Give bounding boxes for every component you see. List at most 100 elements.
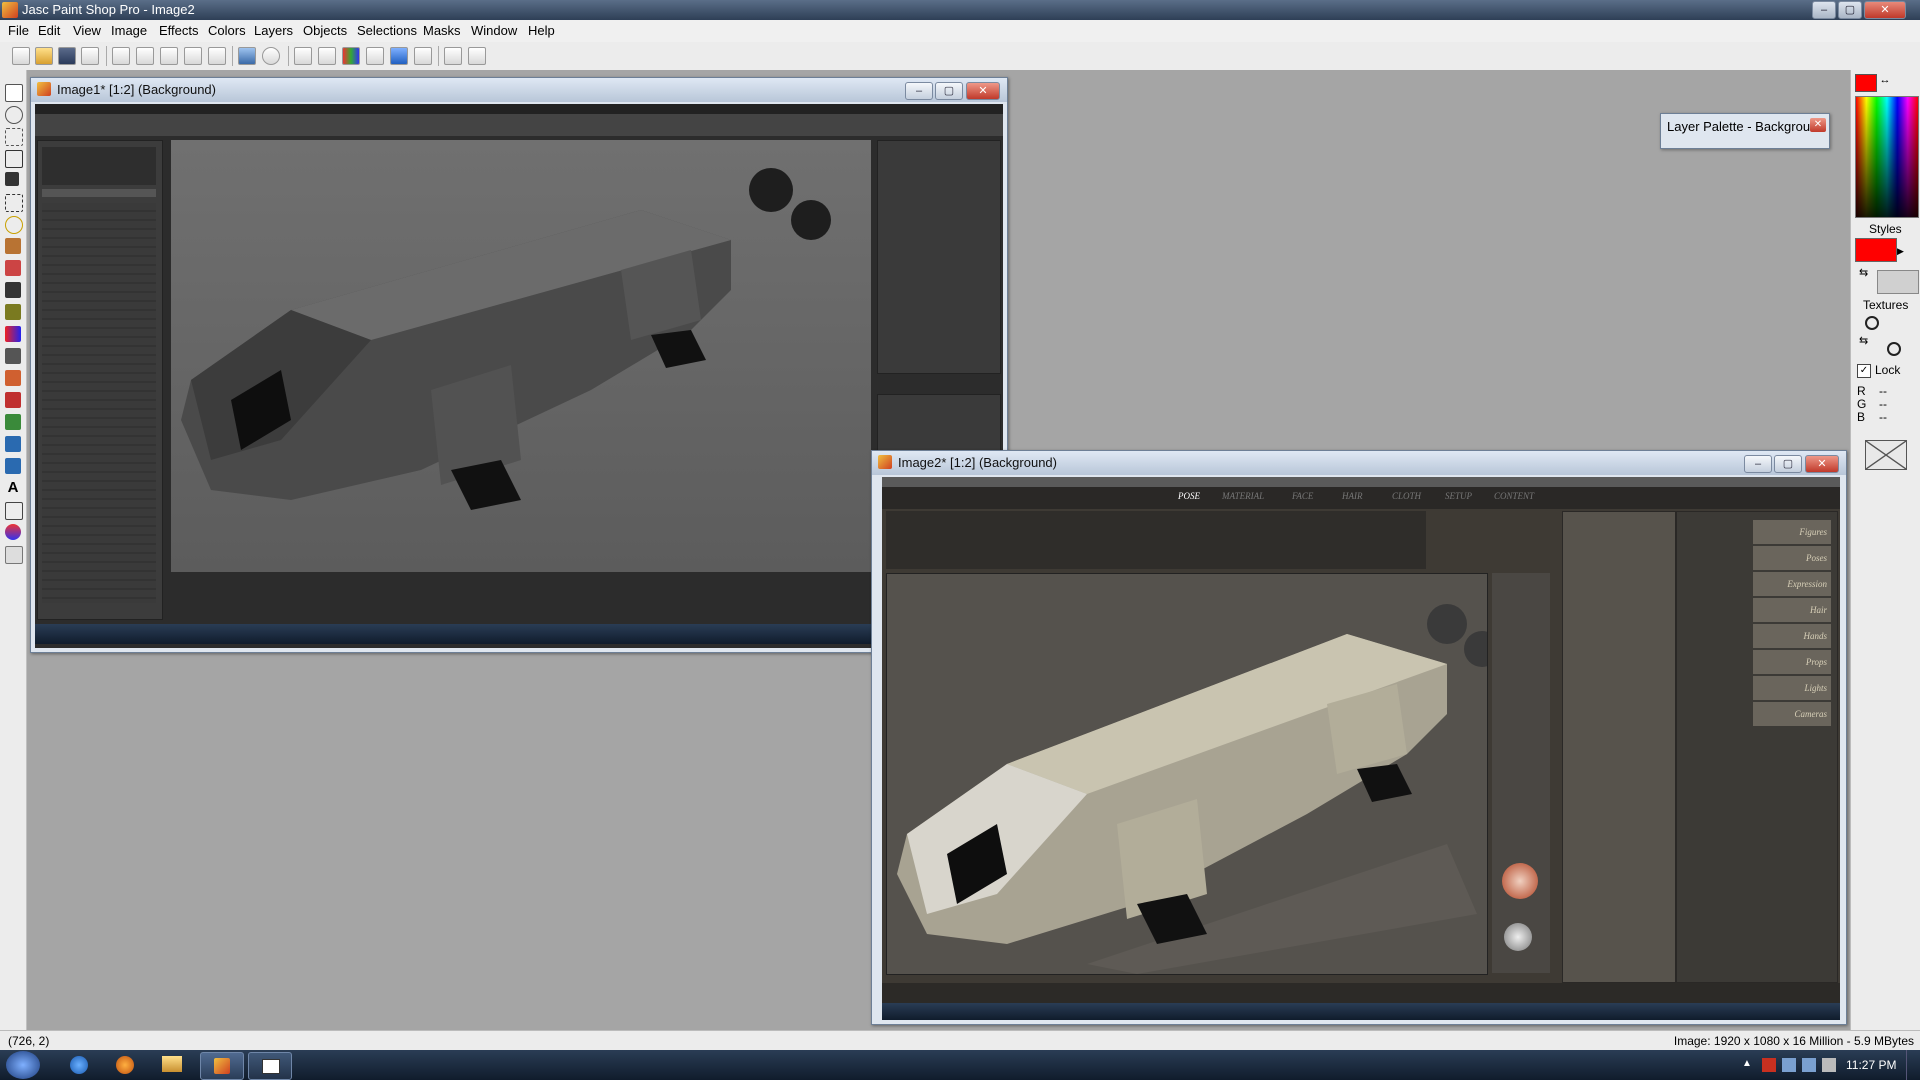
minimize-button[interactable]: – (1812, 1, 1836, 19)
image1-window[interactable]: Image1* [1:2] (Background) – ▢ ✕ (30, 77, 1008, 653)
crop-tool-icon[interactable] (5, 150, 23, 168)
redo-icon[interactable] (136, 47, 154, 65)
swap-colors-icon[interactable]: ↔ (1879, 74, 1891, 90)
show-desktop-button[interactable] (1906, 1050, 1920, 1080)
maximize-button[interactable]: ▢ (1838, 1, 1862, 19)
menu-layers[interactable]: Layers (254, 23, 293, 38)
swap-textures-icon[interactable]: ⇆ (1859, 334, 1873, 348)
help-context-icon[interactable] (444, 47, 462, 65)
picture-tube-tool-icon[interactable] (5, 392, 21, 408)
toolbar-toggle-icon[interactable] (318, 47, 336, 65)
menu-help[interactable]: Help (528, 23, 555, 38)
zoom-tool-icon[interactable] (5, 106, 23, 124)
foreground-style-swatch[interactable] (1855, 238, 1897, 262)
explorer-folder-icon[interactable] (162, 1056, 182, 1072)
menu-view[interactable]: View (73, 23, 101, 38)
print-icon[interactable] (81, 47, 99, 65)
embedded-room-tabs: POSE MATERIAL FACE HAIR CLOTH SETUP CONT… (882, 487, 1840, 509)
paste-icon[interactable] (208, 47, 226, 65)
foreground-color-swatch[interactable] (1855, 74, 1877, 92)
tab-material: MATERIAL (1222, 491, 1265, 501)
fill-tool-icon[interactable] (5, 458, 21, 474)
image1-minimize-button[interactable]: – (905, 82, 933, 100)
menu-objects[interactable]: Objects (303, 23, 347, 38)
taskbar-paint-shop-pro[interactable] (200, 1052, 244, 1080)
clone-brush-tool-icon[interactable] (5, 282, 21, 298)
zoom-view-icon[interactable] (294, 47, 312, 65)
retouch-tool-icon[interactable] (5, 326, 21, 342)
open-folder-icon[interactable] (35, 47, 53, 65)
screen-capture-icon[interactable] (238, 47, 256, 65)
text-tool-icon[interactable]: A (5, 480, 21, 496)
freehand-tool-icon[interactable] (5, 216, 23, 234)
embedded-scene-list-panel (37, 140, 163, 620)
image2-minimize-button[interactable]: – (1744, 455, 1772, 473)
display-icon[interactable] (1802, 1058, 1816, 1072)
mover-tool-icon[interactable] (5, 84, 23, 102)
layer-palette-close-button[interactable]: ✕ (1810, 118, 1826, 132)
media-player-icon[interactable] (116, 1056, 134, 1074)
flood-fill-tool-icon[interactable] (5, 436, 21, 452)
swap-styles-icon[interactable]: ⇆ (1859, 266, 1873, 280)
deformation-tool-icon[interactable] (5, 128, 23, 146)
overview-icon[interactable] (414, 47, 432, 65)
preset-shapes-tool-icon[interactable] (5, 524, 21, 540)
category-hands: Hands (1753, 624, 1831, 648)
image2-canvas[interactable]: POSE MATERIAL FACE HAIR CLOTH SETUP CONT… (882, 477, 1840, 1020)
scratch-remover-tool-icon[interactable] (5, 348, 21, 364)
image1-close-button[interactable]: ✕ (966, 82, 1000, 100)
menu-colors[interactable]: Colors (208, 23, 246, 38)
layer-palette-title: Layer Palette - Backgrou... (1667, 119, 1821, 134)
color-picker-spectrum[interactable] (1855, 96, 1919, 218)
app-title: Jasc Paint Shop Pro - Image2 (22, 2, 195, 17)
browse-icon[interactable] (262, 47, 280, 65)
menu-image[interactable]: Image (111, 23, 147, 38)
menu-masks[interactable]: Masks (423, 23, 461, 38)
new-file-icon[interactable] (12, 47, 30, 65)
color-palette-toggle-icon[interactable] (342, 47, 360, 65)
dropper-tool-icon[interactable] (5, 238, 21, 254)
menu-edit[interactable]: Edit (38, 23, 60, 38)
flag-icon[interactable] (1762, 1058, 1776, 1072)
color-replacer-tool-icon[interactable] (5, 304, 21, 320)
image1-maximize-button[interactable]: ▢ (935, 82, 963, 100)
draw-tool-icon[interactable] (5, 502, 23, 520)
object-selector-tool-icon[interactable] (5, 546, 23, 564)
embedded-toolbar (35, 114, 1003, 136)
move-tool-icon[interactable] (5, 172, 19, 186)
undo-icon[interactable] (112, 47, 130, 65)
eraser-tool-icon[interactable] (5, 370, 21, 386)
no-texture-icon[interactable] (1865, 316, 1879, 330)
volume-icon[interactable] (1822, 1058, 1836, 1072)
menu-selections[interactable]: Selections (357, 23, 417, 38)
taskbar-window-item[interactable] (248, 1052, 292, 1080)
no-texture-icon[interactable] (1887, 342, 1901, 356)
menu-file[interactable]: File (8, 23, 29, 38)
paint-brush-tool-icon[interactable] (5, 260, 21, 276)
layer-palette-toggle-icon[interactable] (390, 47, 408, 65)
clock[interactable]: 11:27 PM (1846, 1058, 1896, 1072)
start-button[interactable] (6, 1051, 40, 1079)
image2-window[interactable]: Image2* [1:2] (Background) – ▢ ✕ POSE MA… (871, 450, 1847, 1025)
layer-palette[interactable]: Layer Palette - Backgrou... ✕ (1660, 113, 1830, 149)
histogram-icon[interactable] (366, 47, 384, 65)
close-button[interactable]: ✕ (1864, 1, 1906, 19)
internet-explorer-icon[interactable] (70, 1056, 88, 1074)
camera-icon[interactable] (468, 47, 486, 65)
menu-effects[interactable]: Effects (159, 23, 199, 38)
network-icon[interactable] (1782, 1058, 1796, 1072)
image2-close-button[interactable]: ✕ (1805, 455, 1839, 473)
save-icon[interactable] (58, 47, 76, 65)
lock-checkbox[interactable]: ✓ (1857, 364, 1871, 378)
image1-canvas[interactable] (35, 104, 1003, 648)
style-dropdown-arrow-icon[interactable]: ▶ (1897, 246, 1905, 256)
airbrush-tool-icon[interactable] (5, 414, 21, 430)
copy-icon[interactable] (184, 47, 202, 65)
selection-tool-icon[interactable] (5, 194, 23, 212)
cut-icon[interactable] (160, 47, 178, 65)
background-style-swatch[interactable] (1877, 270, 1919, 294)
menu-window[interactable]: Window (471, 23, 517, 38)
show-hidden-icons[interactable]: ▲ (1742, 1058, 1756, 1072)
tab-face: FACE (1292, 491, 1314, 501)
image2-maximize-button[interactable]: ▢ (1774, 455, 1802, 473)
